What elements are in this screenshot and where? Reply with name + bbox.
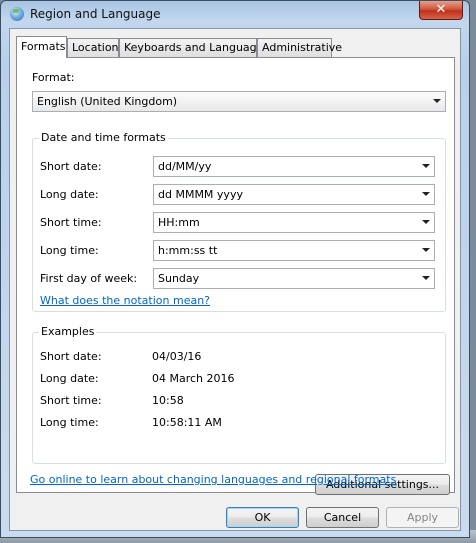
first-day-of-week-label: First day of week: xyxy=(40,272,138,285)
chevron-down-icon xyxy=(433,99,441,103)
tab-keyboards-and-languages[interactable]: Keyboards and Languages xyxy=(119,38,269,57)
long-date-select[interactable]: dd MMMM yyyy xyxy=(153,184,435,205)
short-date-value: dd/MM/yy xyxy=(158,160,212,173)
tab-administrative-label: Administrative xyxy=(262,41,343,54)
notation-help-link[interactable]: What does the notation mean? xyxy=(40,294,210,307)
short-time-select[interactable]: HH:mm xyxy=(153,212,435,233)
tab-formats[interactable]: Formats xyxy=(16,36,67,58)
apply-label: Apply xyxy=(406,511,439,524)
format-label: Format: xyxy=(32,71,75,84)
cancel-button[interactable]: Cancel xyxy=(306,507,379,528)
example-short-date-label: Short date: xyxy=(40,350,102,363)
example-long-date-value: 04 March 2016 xyxy=(152,372,235,385)
chevron-down-icon xyxy=(422,276,430,280)
chevron-down-icon xyxy=(422,220,430,224)
short-time-label: Short time: xyxy=(40,216,102,229)
formats-panel: Format: English (United Kingdom) Date an… xyxy=(16,57,455,495)
short-date-label: Short date: xyxy=(40,160,102,173)
close-button[interactable]: ✕ xyxy=(419,1,463,20)
example-long-time-label: Long time: xyxy=(40,416,99,429)
first-day-of-week-value: Sunday xyxy=(158,272,200,285)
tab-administrative[interactable]: Administrative xyxy=(257,38,342,57)
close-icon: ✕ xyxy=(435,2,447,17)
example-short-time-value: 10:58 xyxy=(152,394,184,407)
tab-formats-label: Formats xyxy=(21,40,66,53)
cancel-label: Cancel xyxy=(323,511,362,524)
region-language-dialog: Region and Language ✕ Formats Location K… xyxy=(0,0,470,538)
first-day-of-week-select[interactable]: Sunday xyxy=(153,268,435,289)
example-long-date-label: Long date: xyxy=(40,372,99,385)
title-bar[interactable]: Region and Language ✕ xyxy=(1,1,469,27)
globe-icon xyxy=(10,7,24,21)
tab-keyboards-label: Keyboards and Languages xyxy=(124,41,270,54)
example-short-date-value: 04/03/16 xyxy=(152,350,202,363)
short-time-value: HH:mm xyxy=(158,216,200,229)
long-date-label: Long date: xyxy=(40,188,99,201)
long-date-value: dd MMMM yyyy xyxy=(158,188,243,201)
long-time-value: h:mm:ss tt xyxy=(158,244,218,257)
ok-label: OK xyxy=(254,511,271,524)
format-select-value: English (United Kingdom) xyxy=(37,95,178,108)
short-date-select[interactable]: dd/MM/yy xyxy=(153,156,435,177)
ok-button[interactable]: OK xyxy=(226,507,299,528)
examples-legend: Examples xyxy=(39,325,97,338)
tab-location[interactable]: Location xyxy=(67,38,119,57)
example-short-time-label: Short time: xyxy=(40,394,102,407)
online-help-link[interactable]: Go online to learn about changing langua… xyxy=(30,473,396,486)
dialog-client-area: Formats Location Keyboards and Languages… xyxy=(9,28,461,531)
long-time-label: Long time: xyxy=(40,244,99,257)
chevron-down-icon xyxy=(422,192,430,196)
date-time-formats-group: Date and time formats Short date: dd/MM/… xyxy=(32,131,446,312)
example-long-time-value: 10:58:11 AM xyxy=(152,416,222,429)
long-time-select[interactable]: h:mm:ss tt xyxy=(153,240,435,261)
chevron-down-icon xyxy=(422,164,430,168)
apply-button[interactable]: Apply xyxy=(386,507,459,528)
format-select[interactable]: English (United Kingdom) xyxy=(32,91,446,112)
tab-location-label: Location xyxy=(72,41,119,54)
window-title: Region and Language xyxy=(30,7,161,21)
examples-group: Examples Short date: 04/03/16 Long date:… xyxy=(32,325,446,464)
date-time-formats-legend: Date and time formats xyxy=(39,131,168,144)
chevron-down-icon xyxy=(422,248,430,252)
